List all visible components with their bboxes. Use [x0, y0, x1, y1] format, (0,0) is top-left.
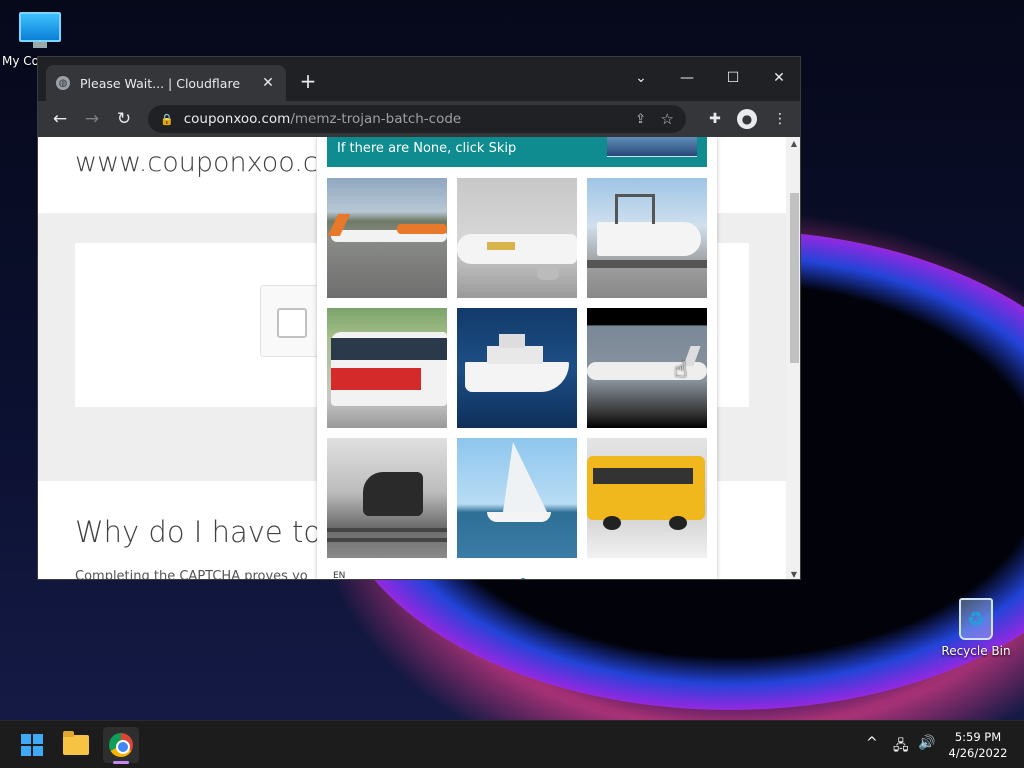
why-heading: Why do I have to c: [75, 515, 347, 549]
forward-button[interactable]: →: [80, 107, 104, 131]
share-icon[interactable]: ⇪: [635, 112, 646, 127]
page-scrollbar[interactable]: ▲ ▼: [786, 137, 800, 579]
clock-time: 5:59 PM: [954, 730, 1002, 744]
folder-icon: [63, 731, 89, 755]
captcha-image-grid: [327, 178, 707, 558]
tile-airplane-runway[interactable]: [327, 178, 447, 298]
page-viewport: www.couponxoo.co Why do I have to c Comp…: [38, 137, 786, 580]
profile-icon[interactable]: ●: [737, 109, 757, 129]
tile-airplane-white[interactable]: [457, 178, 577, 298]
chrome-icon: [109, 733, 133, 757]
active-app-indicator: [113, 761, 129, 764]
captcha-challenge-popup: If there are None, click Skip EN: [317, 137, 717, 579]
close-tab-icon[interactable]: ✕: [260, 75, 276, 91]
desktop-icon-label: Recycle Bin: [941, 644, 1011, 658]
title-bar: ◍ Please Wait... | Cloudflare ✕ + ⌄ — ☐ …: [38, 57, 800, 101]
clock-date: 4/26/2022: [948, 746, 1008, 760]
browser-toolbar: ← → ↻ 🔒 couponxoo.com/memz-trojan-batch-…: [38, 101, 800, 137]
address-domain: couponxoo.com: [183, 111, 291, 127]
close-window-button[interactable]: ✕: [756, 63, 800, 93]
tile-bus-red[interactable]: [327, 308, 447, 428]
network-icon[interactable]: 🖧: [893, 735, 909, 759]
tile-train[interactable]: [327, 438, 447, 558]
scroll-down-icon[interactable]: ▼: [786, 570, 800, 579]
tile-airplane-dark[interactable]: [587, 308, 707, 428]
extensions-icon[interactable]: ✚: [703, 107, 727, 131]
chrome-taskbar-button[interactable]: [103, 727, 139, 763]
menu-icon[interactable]: ⋮: [768, 107, 792, 131]
tile-sailboat[interactable]: [457, 438, 577, 558]
start-button[interactable]: [14, 727, 50, 763]
browser-window: ◍ Please Wait... | Cloudflare ✕ + ⌄ — ☐ …: [37, 56, 801, 580]
taskbar: ^ 🖧 🔊 5:59 PM 4/26/2022: [0, 720, 1024, 768]
page-heading: www.couponxoo.co: [75, 147, 335, 178]
desktop-icon-recycle-bin[interactable]: ♻ Recycle Bin: [940, 596, 1012, 658]
new-tab-button[interactable]: +: [296, 69, 320, 93]
browser-tab[interactable]: ◍ Please Wait... | Cloudflare ✕: [46, 65, 286, 101]
tab-search-button[interactable]: ⌄: [618, 63, 664, 93]
monitor-icon: [19, 12, 61, 42]
windows-logo-icon: [21, 734, 43, 756]
pointer-cursor-icon: ☝: [674, 358, 688, 383]
system-clock[interactable]: 5:59 PM 4/26/2022: [940, 729, 1016, 761]
file-explorer-button[interactable]: [58, 727, 94, 763]
example-image: [607, 137, 697, 157]
explanation-text: Completing the CAPTCHA proves yo: [75, 569, 308, 580]
lock-icon: 🔒: [160, 112, 174, 126]
scrollbar-thumb[interactable]: [790, 193, 799, 363]
captcha-checkbox-frame: [260, 285, 322, 357]
volume-icon[interactable]: 🔊: [918, 735, 935, 751]
scroll-up-icon[interactable]: ▲: [786, 139, 800, 148]
tab-title: Please Wait... | Cloudflare: [80, 75, 241, 91]
address-path: /memz-trojan-batch-code: [290, 111, 462, 127]
show-hidden-icons-chevron-icon[interactable]: ^: [866, 735, 878, 751]
globe-icon: ◍: [56, 76, 70, 90]
loading-indicator: [520, 578, 526, 579]
captcha-instruction-banner: If there are None, click Skip: [327, 137, 707, 167]
tile-boat-trailer[interactable]: [587, 178, 707, 298]
reload-button[interactable]: ↻: [112, 107, 136, 131]
tile-yacht[interactable]: [457, 308, 577, 428]
recycle-bin-icon: ♻: [959, 598, 993, 640]
back-button[interactable]: ←: [48, 107, 72, 131]
captcha-checkbox[interactable]: [277, 308, 307, 338]
address-bar[interactable]: 🔒 couponxoo.com/memz-trojan-batch-code ⇪…: [148, 105, 686, 133]
star-icon[interactable]: ☆: [661, 110, 674, 128]
maximize-button[interactable]: ☐: [710, 63, 756, 93]
language-selector[interactable]: EN: [333, 571, 345, 579]
minimize-button[interactable]: —: [664, 63, 710, 93]
captcha-instruction: If there are None, click Skip: [337, 141, 517, 156]
tile-school-bus[interactable]: [587, 438, 707, 558]
